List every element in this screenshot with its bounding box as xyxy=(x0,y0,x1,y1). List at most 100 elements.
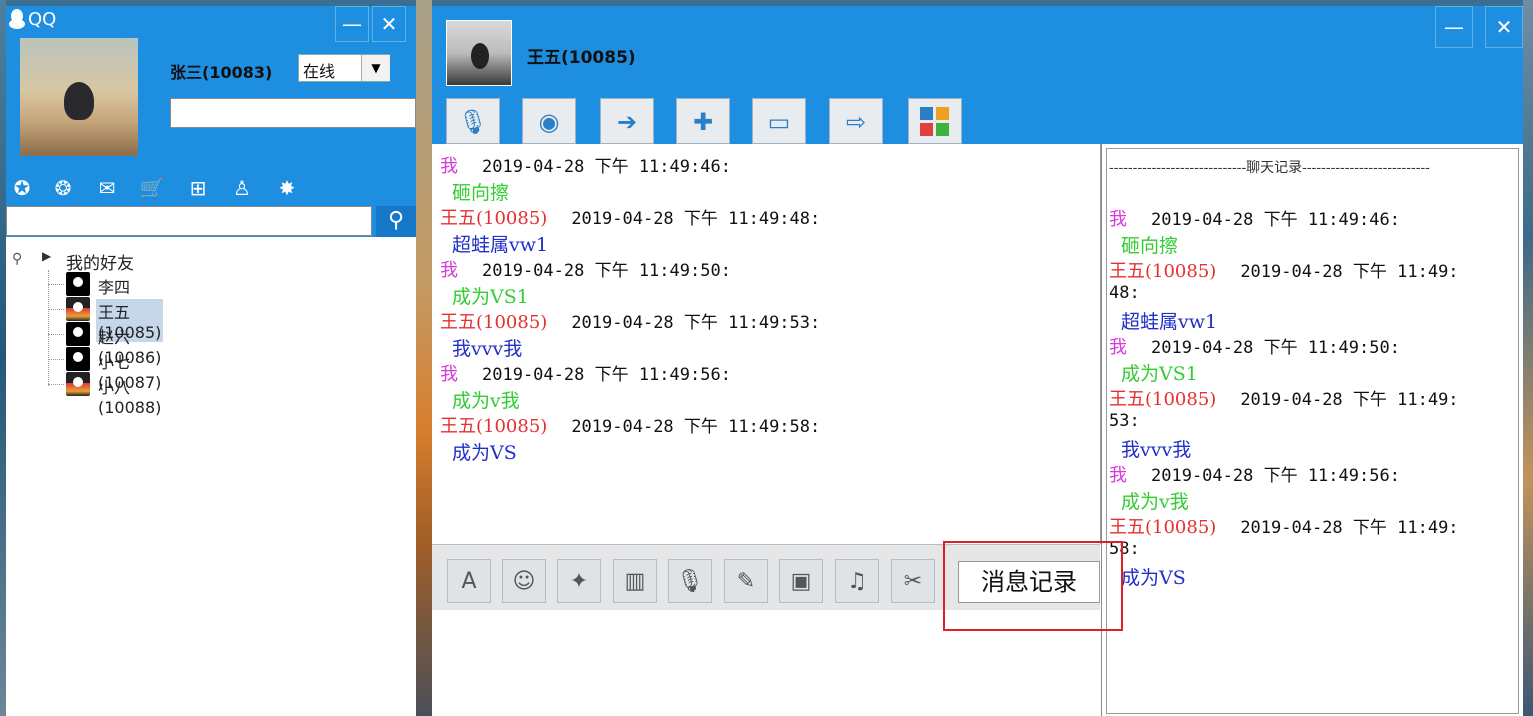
magic-icon[interactable]: ✦ xyxy=(557,559,601,603)
chat-window: 王五(10085) — ✕ 🎙 ◉ ➔ ✚ ▭ ⇨ 我 2019-04-28 下午… xyxy=(432,6,1523,716)
qzone-icon[interactable]: ❂ xyxy=(49,174,77,202)
history-sender: 我 xyxy=(1109,209,1127,230)
apps-icon[interactable] xyxy=(908,98,962,144)
history-text: 成为VS1 xyxy=(1121,363,1198,385)
history-sender: 王五(10085) xyxy=(1109,261,1217,282)
message-text: 我vvv我 xyxy=(452,338,523,360)
microphone-icon[interactable]: 🎙 xyxy=(446,98,500,144)
history-panel: -----------------------------聊天记录-------… xyxy=(1101,144,1521,716)
history-entry-header: 我 2019-04-28 下午 11:49:50: xyxy=(1109,333,1400,359)
history-entry-header: 我 2019-04-28 下午 11:49:46: xyxy=(1109,205,1400,231)
history-sender: 我 xyxy=(1109,465,1127,486)
window-title: QQ xyxy=(28,9,57,30)
history-sender: 我 xyxy=(1109,337,1127,358)
history-sender: 王五(10085) xyxy=(1109,389,1217,410)
history-time: 2019-04-28 下午 11:49:46: xyxy=(1151,210,1400,230)
message-sender: 王五(10085) xyxy=(440,312,548,333)
search-icon[interactable]: ⚲ xyxy=(376,206,416,237)
tree-branch xyxy=(48,384,64,385)
chevron-right-icon[interactable]: ▶ xyxy=(42,249,51,263)
friend-avatar xyxy=(66,372,90,396)
message-header: 王五(10085) 2019-04-28 下午 11:49:53: xyxy=(440,308,820,334)
remote-desktop-icon[interactable]: ▭ xyxy=(752,98,806,144)
friend-avatar xyxy=(66,322,90,346)
message-text: 成为VS1 xyxy=(452,286,529,308)
tree-branch xyxy=(48,334,64,335)
qq-penguin-logo-icon xyxy=(8,8,26,30)
share-screen-icon[interactable]: ⇨ xyxy=(829,98,883,144)
signature-input[interactable] xyxy=(170,98,416,128)
history-header: -----------------------------聊天记录-------… xyxy=(1109,160,1430,176)
star-icon[interactable]: ✪ xyxy=(8,174,36,202)
shop-icon[interactable]: 🛒 xyxy=(138,174,166,202)
history-time-wrap: 48: xyxy=(1109,283,1140,303)
desktop-background-right xyxy=(1523,0,1533,716)
message-header: 我 2019-04-28 下午 11:49:50: xyxy=(440,256,731,282)
edit-icon[interactable]: ✎ xyxy=(724,559,768,603)
history-entry-header: 王五(10085) 2019-04-28 下午 11:49: xyxy=(1109,257,1459,283)
tree-branch xyxy=(48,359,64,360)
friend-avatar xyxy=(66,272,90,296)
penguin-icon[interactable]: ♙ xyxy=(228,174,256,202)
close-button[interactable]: ✕ xyxy=(1485,6,1523,48)
friend-avatar xyxy=(66,347,90,371)
shake-icon[interactable]: ▥ xyxy=(613,559,657,603)
search-input[interactable] xyxy=(6,206,372,236)
friend-name: 小八(10088) xyxy=(98,378,162,417)
minimize-button[interactable]: — xyxy=(335,6,369,42)
user-avatar[interactable] xyxy=(20,38,138,156)
message-sender: 王五(10085) xyxy=(440,208,548,229)
desktop-background-middle xyxy=(416,0,432,716)
message-text: 砸向擦 xyxy=(452,182,510,204)
history-sender: 王五(10085) xyxy=(1109,517,1217,538)
message-header: 我 2019-04-28 下午 11:49:46: xyxy=(440,152,731,178)
screenshot-icon[interactable]: ✂ xyxy=(891,559,935,603)
tree-branch xyxy=(48,284,64,285)
qq-main-window: QQ — ✕ 张三(10083) 在线 ▼ ✪ ❂ ✉ 🛒 ⊞ ♙ ✸ ⚲ ⚲ … xyxy=(6,6,416,716)
highlight-annotation-box xyxy=(943,541,1123,631)
image-icon[interactable]: ▣ xyxy=(779,559,823,603)
message-time: 2019-04-28 下午 11:49:50: xyxy=(482,261,731,281)
font-icon[interactable]: A xyxy=(447,559,491,603)
history-text: 我vvv我 xyxy=(1121,439,1192,461)
tree-connector xyxy=(48,270,50,386)
new-message-icon[interactable]: ✚ xyxy=(676,98,730,144)
message-time: 2019-04-28 下午 11:49:58: xyxy=(571,417,821,437)
history-entry-header: 王五(10085) 2019-04-28 下午 11:49: xyxy=(1109,513,1459,539)
camera-icon[interactable]: ◉ xyxy=(522,98,576,144)
group-label[interactable]: 我的好友 xyxy=(66,249,134,274)
archive-icon[interactable]: ⊞ xyxy=(184,174,212,202)
message-text: 成为v我 xyxy=(452,390,520,412)
history-entry-header: 王五(10085) 2019-04-28 下午 11:49: xyxy=(1109,385,1459,411)
music-icon[interactable]: ♫ xyxy=(835,559,879,603)
history-time-wrap: 53: xyxy=(1109,411,1140,431)
message-text: 成为VS xyxy=(452,442,517,464)
emoji-icon[interactable]: ☺ xyxy=(502,559,546,603)
minimize-button[interactable]: — xyxy=(1435,6,1473,48)
avatar-figure xyxy=(471,43,489,69)
status-value: 在线 xyxy=(303,62,336,81)
message-time: 2019-04-28 下午 11:49:53: xyxy=(571,313,821,333)
history-text: 成为v我 xyxy=(1121,491,1189,513)
contact-avatar[interactable] xyxy=(446,20,512,86)
close-button[interactable]: ✕ xyxy=(372,6,406,42)
voice-icon[interactable]: 🎙 xyxy=(668,559,712,603)
history-time: 2019-04-28 下午 11:49:50: xyxy=(1151,338,1400,358)
message-text: 超蛙属vw1 xyxy=(452,234,549,256)
history-time: 2019-04-28 下午 11:49:56: xyxy=(1151,466,1400,486)
mail-icon[interactable]: ✉ xyxy=(93,174,121,202)
message-sender: 我 xyxy=(440,260,458,281)
history-text: 成为VS xyxy=(1121,567,1186,589)
message-header: 王五(10085) 2019-04-28 下午 11:49:58: xyxy=(440,412,820,438)
avatar-figure xyxy=(64,82,94,120)
status-select[interactable]: 在线 ▼ xyxy=(298,54,390,82)
contact-name: 王五(10085) xyxy=(527,48,636,68)
chat-header: 王五(10085) — ✕ 🎙 ◉ ➔ ✚ ▭ ⇨ xyxy=(432,6,1523,144)
message-sender: 我 xyxy=(440,156,458,177)
game-icon[interactable]: ✸ xyxy=(273,174,301,202)
chevron-down-icon[interactable]: ▼ xyxy=(361,55,390,81)
tree-key-icon: ⚲ xyxy=(12,251,23,267)
send-file-icon[interactable]: ➔ xyxy=(600,98,654,144)
history-content: -----------------------------聊天记录-------… xyxy=(1106,148,1519,714)
history-time: 2019-04-28 下午 11:49: xyxy=(1240,262,1459,282)
